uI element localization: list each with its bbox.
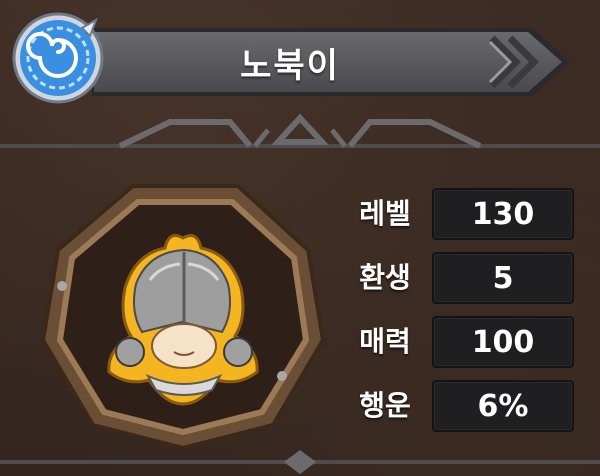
stat-label: 행운: [359, 389, 411, 422]
ornamental-divider-bottom: [0, 450, 600, 474]
stat-value: 130: [432, 188, 574, 240]
stat-value: 6%: [432, 380, 574, 432]
character-portrait: [40, 184, 326, 450]
stat-row-level: 레벨 130: [340, 186, 580, 240]
stat-label: 레벨: [359, 197, 411, 230]
stat-value: 100: [432, 316, 574, 368]
stat-value: 5: [432, 252, 574, 304]
ornamental-divider-top: [0, 113, 600, 149]
stat-label: 환생: [359, 261, 411, 294]
character-name: 노북이: [240, 45, 340, 86]
blue-spiral-emblem-icon: [12, 12, 104, 104]
stat-row-luck: 행운 6%: [340, 378, 580, 432]
stat-label: 매력: [359, 325, 411, 358]
stat-row-rebirth: 환생 5: [340, 250, 580, 304]
stat-row-charm: 매력 100: [340, 314, 580, 368]
